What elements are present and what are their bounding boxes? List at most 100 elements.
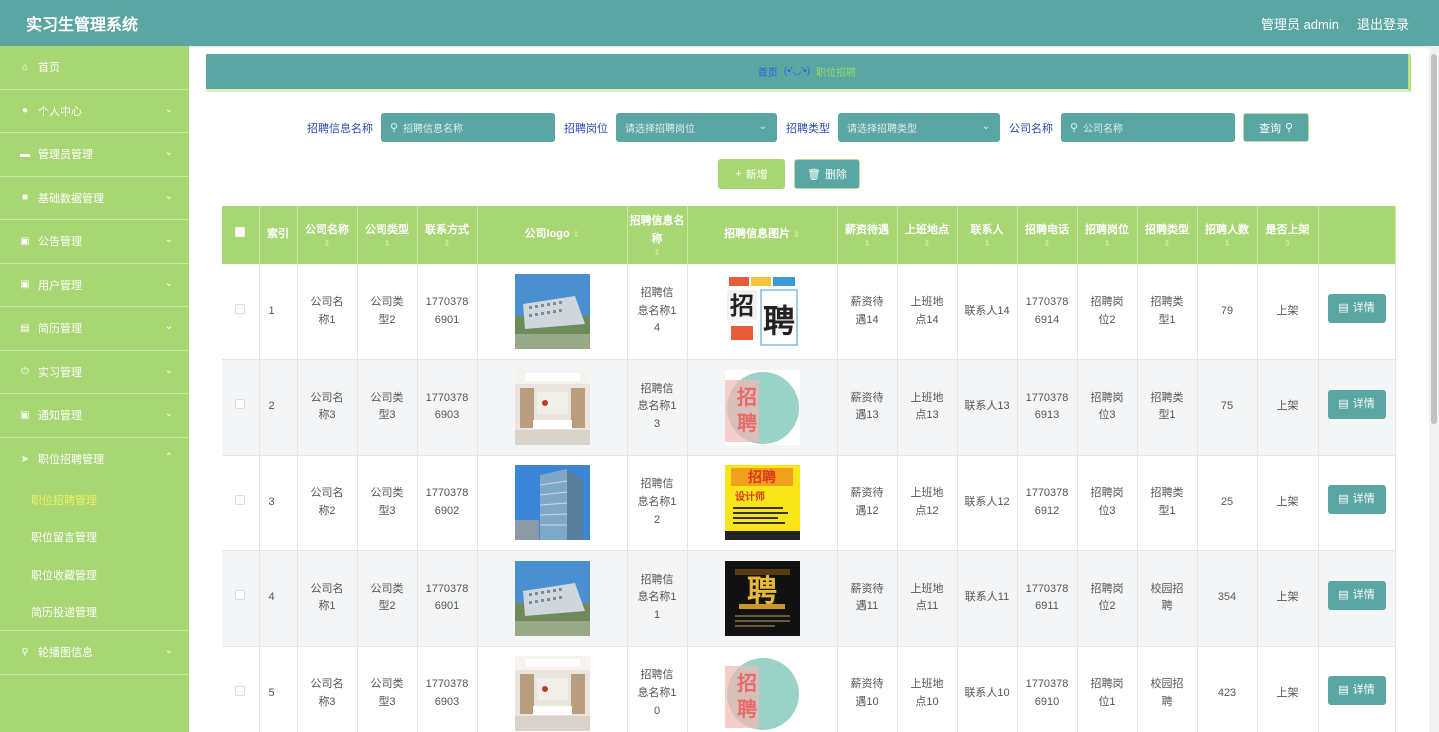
sidebar: ⌂ 首页 ● 个人中心 ⌄ ▬ 管理员管理 ⌄ ■ 基础数据管理 ⌄ ▣ 公告管… bbox=[0, 46, 189, 732]
table-row: 1 公司名称1 公司类型2 17703786901 招聘信息名称14 招聘薪资待遇14 上班… bbox=[222, 264, 1396, 360]
company-logo-image bbox=[514, 274, 590, 349]
post-select[interactable]: 请选择招聘岗位 ⌄ bbox=[616, 113, 777, 142]
cell-salary: 薪资待遇10 bbox=[837, 646, 898, 732]
cell-company: 公司名称3 bbox=[297, 359, 358, 456]
logout-link[interactable]: 退出登录 bbox=[1357, 14, 1409, 33]
column-header[interactable]: 上班地点 ⇕ bbox=[897, 206, 958, 264]
breadcrumb-current: 职位招聘 bbox=[816, 68, 857, 79]
column-header[interactable]: 招聘电话 ⇕ bbox=[1017, 206, 1078, 264]
cell-company-type: 公司类型3 bbox=[357, 359, 418, 456]
row-checkbox[interactable] bbox=[222, 550, 260, 647]
type-select[interactable]: 请选择招聘类型 ⌄ bbox=[838, 113, 1000, 142]
row-checkbox[interactable] bbox=[222, 646, 260, 732]
select-all-checkbox[interactable] bbox=[222, 206, 260, 264]
sidebar-item-resume[interactable]: ▤ 简历管理 ⌄ bbox=[0, 307, 189, 351]
sidebar-item-label: 首页 bbox=[38, 62, 60, 75]
sidebar-item-notify[interactable]: ▣ 通知管理 ⌄ bbox=[0, 394, 189, 438]
sidebar-item-basedata[interactable]: ■ 基础数据管理 ⌄ bbox=[0, 177, 189, 220]
column-header[interactable]: 公司名称 ⇕ bbox=[297, 206, 358, 264]
cell-company-type: 公司类型2 bbox=[357, 264, 418, 360]
sidebar-item-internship[interactable]: ⏻ 实习管理 ⌄ bbox=[0, 351, 189, 394]
clipboard-check-icon: ▣ bbox=[20, 409, 30, 421]
cell-company: 公司名称1 bbox=[297, 264, 358, 360]
sidebar-item-notice[interactable]: ▣ 公告管理 ⌄ bbox=[0, 220, 189, 264]
column-header[interactable]: 招聘人数 ⇕ bbox=[1197, 206, 1258, 264]
column-header[interactable]: 联系人 ⇕ bbox=[957, 206, 1018, 264]
svg-text:聘: 聘 bbox=[737, 411, 757, 435]
sidebar-subitem-comments[interactable]: 职位留言管理 bbox=[0, 519, 189, 557]
svg-text:招: 招 bbox=[737, 385, 757, 409]
company-search-input[interactable]: ⚲ 公司名称 bbox=[1061, 113, 1235, 142]
cell-index: 2 bbox=[259, 359, 298, 456]
sidebar-item-jobs[interactable]: ➤ 职位招聘管理 ⌃ bbox=[0, 438, 189, 482]
cell-place: 上班地点12 bbox=[897, 455, 958, 551]
cell-person: 联系人12 bbox=[957, 455, 1018, 551]
row-checkbox[interactable] bbox=[222, 264, 260, 360]
sort-icon: ⇕ bbox=[323, 238, 331, 248]
column-header[interactable]: 联系方式 ⇕ bbox=[417, 206, 478, 264]
chevron-down-icon: ⌄ bbox=[164, 234, 173, 245]
cell-company-type: 公司类型2 bbox=[357, 550, 418, 647]
sidebar-item-home[interactable]: ⌂ 首页 bbox=[0, 46, 189, 90]
query-button[interactable]: 查询 ⚲ bbox=[1243, 113, 1309, 142]
cell-salary: 薪资待遇12 bbox=[837, 455, 898, 551]
app-title: 实习生管理系统 bbox=[26, 17, 139, 34]
cell-recruit-type: 招聘类型1 bbox=[1137, 264, 1198, 360]
column-header[interactable]: 薪资待遇 ⇕ bbox=[837, 206, 898, 264]
column-header[interactable]: 招聘岗位 ⇕ bbox=[1077, 206, 1138, 264]
scrollbar[interactable] bbox=[1429, 46, 1439, 732]
detail-button[interactable]: ▤ 详情 bbox=[1327, 676, 1386, 706]
document-icon: ▤ bbox=[1338, 684, 1349, 697]
search-icon: ⚲ bbox=[1284, 122, 1294, 134]
scrollbar-thumb[interactable] bbox=[1431, 54, 1437, 424]
column-header[interactable]: 招聘信息名称 ⇕ bbox=[627, 206, 688, 264]
sidebar-item-admin[interactable]: ▬ 管理员管理 ⌄ bbox=[0, 133, 189, 177]
detail-button[interactable]: ▤ 详情 bbox=[1327, 294, 1386, 324]
cell-phone: 17703786913 bbox=[1017, 359, 1078, 456]
row-checkbox[interactable] bbox=[222, 359, 260, 456]
search-icon: ⚲ bbox=[1070, 122, 1079, 134]
column-header: 索引 bbox=[259, 206, 298, 264]
sidebar-item-label: 通知管理 bbox=[38, 410, 82, 423]
column-header[interactable]: 是否上架 ⇕ bbox=[1257, 206, 1319, 264]
column-header[interactable]: 招聘信息图片 ⇕ bbox=[687, 206, 838, 264]
cell-contact: 17703786902 bbox=[417, 455, 478, 551]
cell-logo bbox=[477, 455, 628, 551]
cell-recruit-type: 校园招聘 bbox=[1137, 646, 1198, 732]
column-header[interactable]: 公司类型 ⇕ bbox=[357, 206, 418, 264]
sidebar-item-label: 用户管理 bbox=[38, 279, 82, 292]
name-label: 招聘信息名称 bbox=[307, 122, 373, 135]
sidebar-subitem-delivery[interactable]: 简历投递管理 bbox=[0, 594, 189, 631]
sidebar-item-profile[interactable]: ● 个人中心 ⌄ bbox=[0, 90, 189, 133]
sidebar-item-carousel[interactable]: ⚲ 轮播图信息 ⌄ bbox=[0, 631, 189, 675]
column-header[interactable]: 招聘类型 ⇕ bbox=[1137, 206, 1198, 264]
sort-icon: ⇕ bbox=[983, 238, 991, 248]
row-checkbox[interactable] bbox=[222, 455, 260, 551]
detail-button[interactable]: ▤ 详情 bbox=[1327, 485, 1386, 515]
top-bar: 实习生管理系统 管理员 admin 退出登录 bbox=[0, 0, 1439, 46]
sidebar-subitem-jobs[interactable]: 职位招聘管理 bbox=[0, 481, 189, 519]
delete-button[interactable]: 🗑 删除 bbox=[794, 159, 860, 189]
recruit-poster-image: 招聘 bbox=[724, 274, 800, 349]
recruit-poster-image: 招聘设计师 bbox=[724, 465, 800, 541]
sidebar-item-users[interactable]: ▣ 用户管理 ⌄ bbox=[0, 264, 189, 307]
svg-text:招聘: 招聘 bbox=[748, 469, 776, 486]
sort-icon: ⇕ bbox=[863, 238, 871, 248]
sidebar-subitem-favorites[interactable]: 职位收藏管理 bbox=[0, 556, 189, 594]
cell-phone: 17703786912 bbox=[1017, 455, 1078, 551]
cell-recruit-name: 招聘信息名称13 bbox=[627, 359, 688, 456]
column-header[interactable]: 公司logo ⇕ bbox=[477, 206, 628, 264]
chevron-down-icon: ⌄ bbox=[164, 147, 173, 158]
name-search-input[interactable]: ⚲ 招聘信息名称 bbox=[381, 113, 555, 142]
add-button[interactable]: + 新增 bbox=[718, 159, 785, 189]
breadcrumb-home[interactable]: 首页 bbox=[758, 64, 778, 79]
detail-button[interactable]: ▤ 详情 bbox=[1327, 389, 1386, 419]
cell-place: 上班地点10 bbox=[897, 646, 958, 732]
detail-button[interactable]: ▤ 详情 bbox=[1327, 580, 1386, 610]
cell-post: 招聘岗位1 bbox=[1077, 646, 1138, 732]
cell-post: 招聘岗位3 bbox=[1077, 455, 1138, 551]
breadcrumb: 首页 (•'◡'•) 职位招聘 bbox=[206, 54, 1411, 92]
cell-poster: 招聘 设计师 bbox=[687, 455, 838, 551]
plus-icon: + bbox=[735, 168, 742, 180]
sort-icon: ⇕ bbox=[1043, 238, 1051, 248]
